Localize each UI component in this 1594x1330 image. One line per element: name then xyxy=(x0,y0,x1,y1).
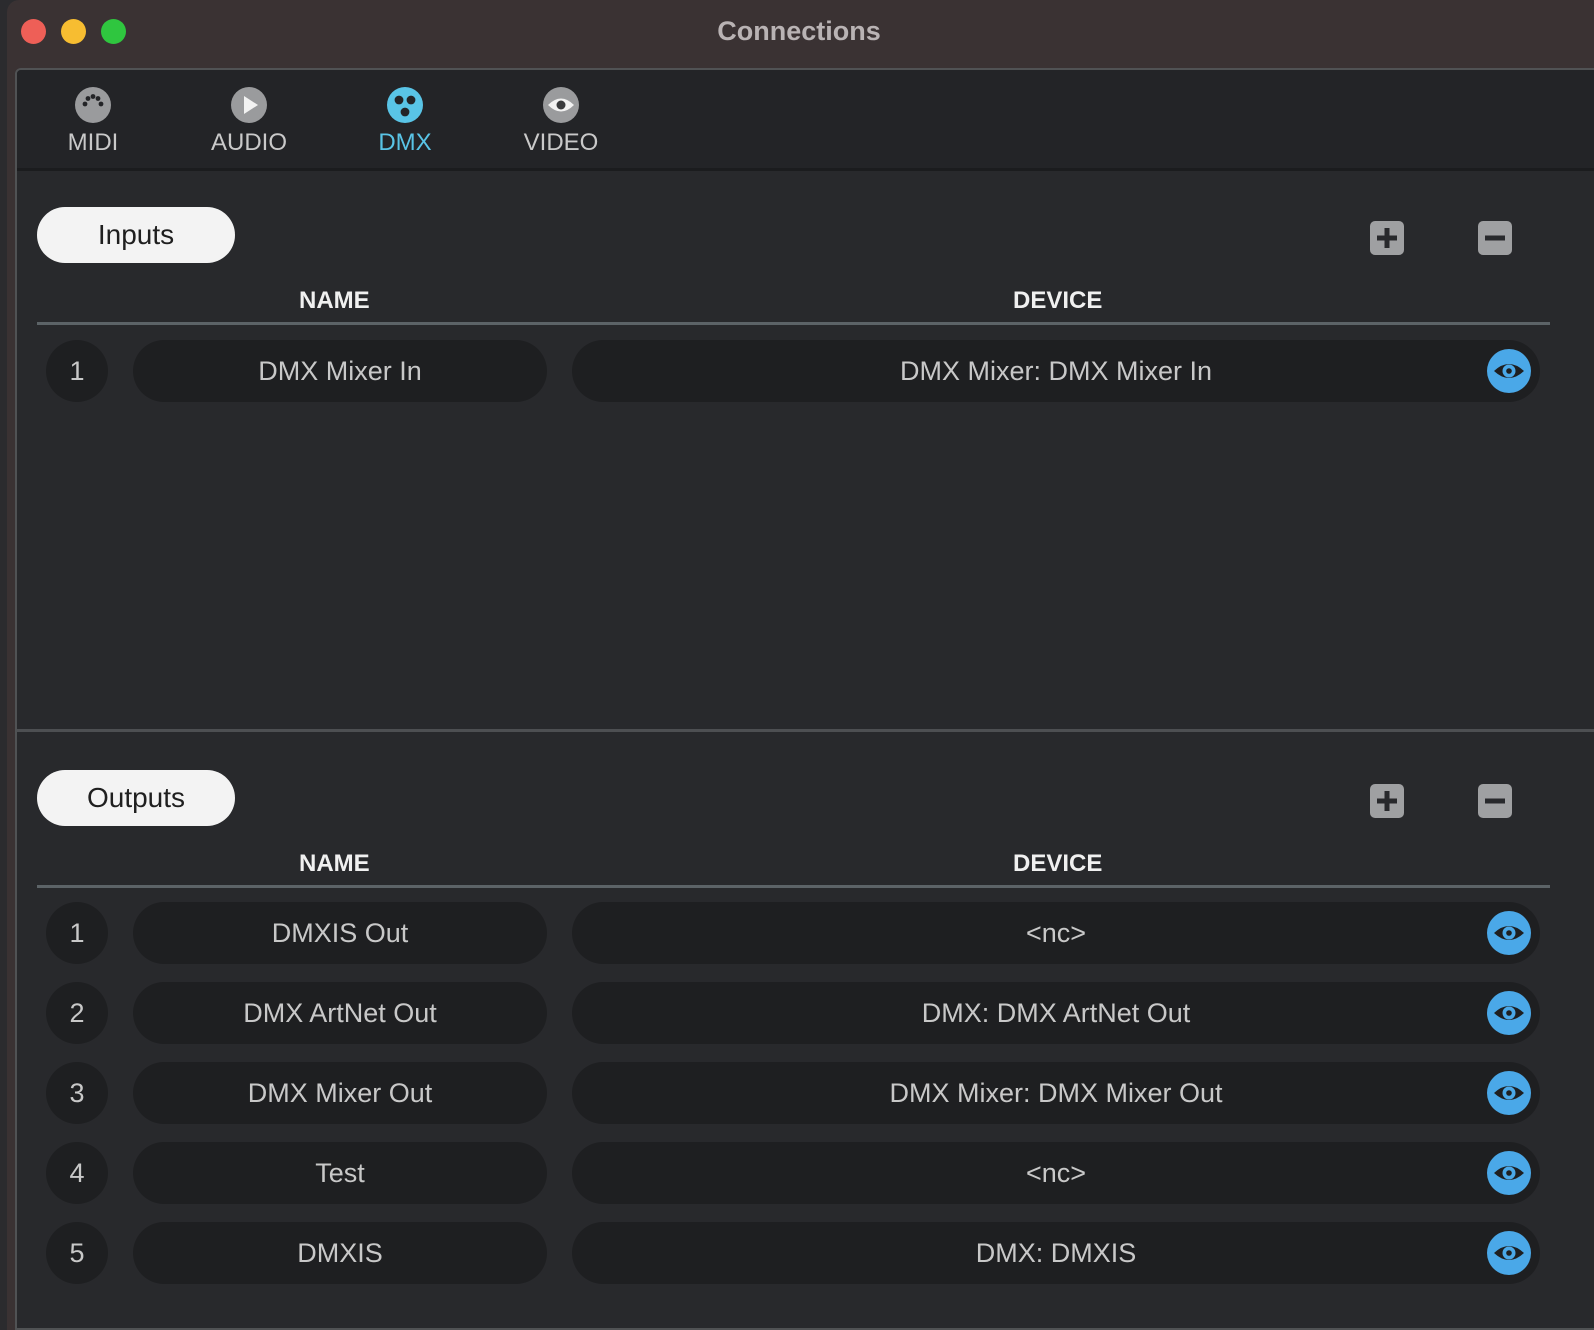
device-label: DMX Mixer: DMX Mixer In xyxy=(899,356,1213,386)
header-divider xyxy=(37,885,1550,888)
tab-bar: MIDI AUDIO DMX VIDEO xyxy=(17,70,1594,171)
device-selector[interactable]: DMX Mixer: DMX Mixer Out xyxy=(572,1062,1540,1124)
row-index: 3 xyxy=(46,1062,108,1124)
monitor-eye-icon[interactable] xyxy=(1486,910,1532,956)
play-icon xyxy=(231,87,267,123)
tab-video[interactable]: VIDEO xyxy=(496,86,626,157)
port-name-field[interactable]: DMX Mixer In xyxy=(133,340,547,402)
eye-icon xyxy=(543,87,579,123)
table-row: 4 Test <nc> xyxy=(17,1142,1594,1206)
device-selector[interactable]: DMX: DMXIS xyxy=(572,1222,1540,1284)
table-row: 5 DMXIS DMX: DMXIS xyxy=(17,1222,1594,1286)
monitor-eye-icon[interactable] xyxy=(1486,990,1532,1036)
plus-icon xyxy=(1377,791,1397,811)
device-label: <nc> xyxy=(1025,1158,1087,1188)
device-label: DMX: DMX ArtNet Out xyxy=(921,998,1191,1028)
title-bar[interactable]: Connections xyxy=(7,0,1594,62)
minus-icon xyxy=(1485,798,1505,804)
monitor-eye-icon[interactable] xyxy=(1486,1150,1532,1196)
table-row: 1 DMXIS Out <nc> xyxy=(17,902,1594,966)
table-row: 3 DMX Mixer Out DMX Mixer: DMX Mixer Out xyxy=(17,1062,1594,1126)
port-name-field[interactable]: Test xyxy=(133,1142,547,1204)
monitor-eye-icon[interactable] xyxy=(1486,348,1532,394)
outputs-section: Outputs NAME DEVICE 1 DMXIS Out <nc> 2 D… xyxy=(17,734,1594,1328)
midi-port-icon xyxy=(75,87,111,123)
minus-icon xyxy=(1485,235,1505,241)
monitor-eye-icon[interactable] xyxy=(1486,1230,1532,1276)
device-label: <nc> xyxy=(1025,918,1087,948)
column-header-device: DEVICE xyxy=(1013,850,1103,877)
tab-dmx[interactable]: DMX xyxy=(340,86,470,157)
tab-audio[interactable]: AUDIO xyxy=(184,86,314,157)
tab-label: AUDIO xyxy=(210,129,287,156)
row-index: 1 xyxy=(46,902,108,964)
device-selector[interactable]: DMX: DMX ArtNet Out xyxy=(572,982,1540,1044)
table-row: 2 DMX ArtNet Out DMX: DMX ArtNet Out xyxy=(17,982,1594,1046)
outputs-button[interactable]: Outputs xyxy=(37,770,235,826)
device-selector[interactable]: <nc> xyxy=(572,902,1540,964)
device-label: DMX Mixer: DMX Mixer Out xyxy=(889,1078,1223,1108)
section-divider[interactable] xyxy=(17,729,1594,732)
window-title: Connections xyxy=(717,16,881,46)
row-index: 5 xyxy=(46,1222,108,1284)
column-header-device: DEVICE xyxy=(1013,287,1103,314)
monitor-eye-icon[interactable] xyxy=(1486,1070,1532,1116)
connections-panel: MIDI AUDIO DMX VIDEO Inputs NAME DEVICE … xyxy=(15,68,1594,1330)
inputs-button[interactable]: Inputs xyxy=(37,207,235,263)
remove-input-button[interactable] xyxy=(1478,221,1512,255)
tab-label: DMX xyxy=(378,129,432,156)
tab-label: VIDEO xyxy=(523,129,599,156)
tab-label: MIDI xyxy=(67,129,119,156)
row-index: 4 xyxy=(46,1142,108,1204)
device-selector[interactable]: <nc> xyxy=(572,1142,1540,1204)
plus-icon xyxy=(1377,228,1397,248)
tab-midi[interactable]: MIDI xyxy=(28,86,158,157)
device-label: DMX: DMXIS xyxy=(975,1238,1137,1268)
column-header-name: NAME xyxy=(299,850,370,877)
port-name-field[interactable]: DMXIS xyxy=(133,1222,547,1284)
inputs-section: Inputs NAME DEVICE 1 DMX Mixer In DMX Mi… xyxy=(17,171,1594,729)
port-name-field[interactable]: DMXIS Out xyxy=(133,902,547,964)
remove-output-button[interactable] xyxy=(1478,784,1512,818)
add-output-button[interactable] xyxy=(1370,784,1404,818)
table-row: 1 DMX Mixer In DMX Mixer: DMX Mixer In xyxy=(17,340,1594,404)
row-index: 2 xyxy=(46,982,108,1044)
port-name-field[interactable]: DMX Mixer Out xyxy=(133,1062,547,1124)
row-index: 1 xyxy=(46,340,108,402)
column-header-name: NAME xyxy=(299,287,370,314)
port-name-field[interactable]: DMX ArtNet Out xyxy=(133,982,547,1044)
header-divider xyxy=(37,322,1550,325)
dmx-connector-icon xyxy=(387,87,423,123)
device-selector[interactable]: DMX Mixer: DMX Mixer In xyxy=(572,340,1540,402)
connections-window: Connections MIDI AUDIO DMX VIDEO Inputs … xyxy=(7,0,1594,1330)
add-input-button[interactable] xyxy=(1370,221,1404,255)
